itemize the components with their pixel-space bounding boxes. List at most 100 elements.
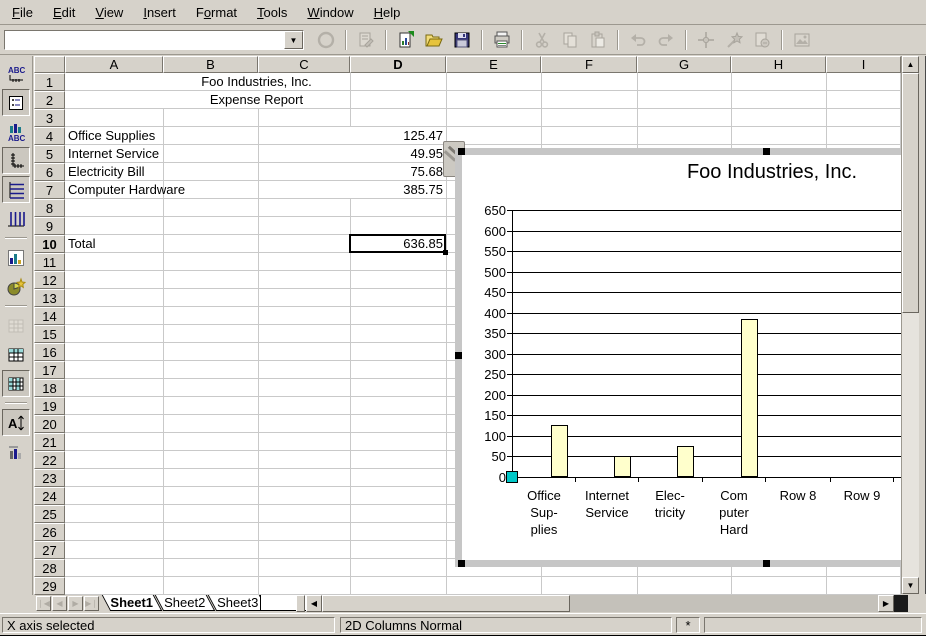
x-category-label[interactable]: Com puter Hard [701, 487, 767, 538]
menu-help[interactable]: Help [364, 2, 411, 23]
row-header-14[interactable]: 14 [34, 307, 65, 325]
x-category-label[interactable]: Row 9 [829, 487, 895, 504]
select-all-corner[interactable] [34, 56, 65, 73]
row-header-12[interactable]: 12 [34, 271, 65, 289]
row-header-23[interactable]: 23 [34, 469, 65, 487]
menu-format[interactable]: Format [186, 2, 247, 23]
column-header-E[interactable]: E [446, 56, 541, 73]
horizontal-scrollbar-thumb[interactable] [322, 595, 570, 612]
chart-y-axis[interactable] [512, 210, 513, 477]
x-axis-selection-handle[interactable] [506, 471, 518, 483]
reorganize-chart-button[interactable] [2, 438, 30, 465]
row-header-4[interactable]: 4 [34, 127, 65, 145]
vertical-scrollbar-thumb[interactable] [902, 73, 919, 313]
scale-text-button[interactable]: A [2, 409, 30, 436]
cell-B2[interactable]: Expense Report [163, 91, 350, 108]
chart-resize-handle-bottom-center[interactable] [763, 560, 770, 567]
menu-edit[interactable]: Edit [43, 2, 85, 23]
row-header-28[interactable]: 28 [34, 559, 65, 577]
vertical-scrollbar[interactable]: ▲ ▼ [901, 56, 919, 594]
row-header-20[interactable]: 20 [34, 415, 65, 433]
column-header-G[interactable]: G [637, 56, 731, 73]
column-header-D[interactable]: D [350, 56, 446, 73]
row-header-21[interactable]: 21 [34, 433, 65, 451]
menu-window[interactable]: Window [297, 2, 363, 23]
chart-area[interactable]: Foo Industries, Inc. 6506005505004504003… [462, 155, 926, 560]
titles-on-off-button[interactable]: ABC [2, 60, 30, 87]
url-input[interactable] [5, 31, 284, 49]
url-combobox[interactable]: ▼ [4, 30, 304, 50]
new-document-button[interactable] [393, 27, 419, 53]
open-document-button[interactable] [421, 27, 447, 53]
menu-insert[interactable]: Insert [133, 2, 186, 23]
cell-D7[interactable]: 385.75 [350, 181, 446, 198]
horizontal-grid-on-off-button[interactable] [2, 176, 30, 203]
sheet-tab-sheet2[interactable]: Sheet2 [155, 595, 216, 611]
cell-B1[interactable]: Foo Industries, Inc. [163, 73, 350, 90]
embedded-chart[interactable]: Foo Industries, Inc. 6506005505004504003… [455, 148, 926, 567]
tab-split-handle[interactable] [296, 595, 305, 612]
column-header-I[interactable]: I [826, 56, 901, 73]
x-category-label[interactable]: Internet Service [574, 487, 640, 521]
data-in-rows-button[interactable] [2, 341, 30, 368]
column-header-B[interactable]: B [163, 56, 258, 73]
x-category-label[interactable]: Office Sup- plies [511, 487, 577, 538]
row-header-9[interactable]: 9 [34, 217, 65, 235]
menu-view[interactable]: View [85, 2, 133, 23]
vertical-grid-on-off-button[interactable] [2, 205, 30, 232]
column-header-F[interactable]: F [541, 56, 637, 73]
next-sheet-button[interactable]: ▶ [68, 596, 83, 611]
edit-chart-type-button[interactable] [2, 244, 30, 271]
chart-resize-handle-middle-left[interactable] [455, 352, 462, 359]
scroll-down-button[interactable]: ▼ [902, 577, 919, 594]
x-category-label[interactable]: Row 8 [765, 487, 831, 504]
cell-D5[interactable]: 49.95 [350, 145, 446, 162]
url-combo-dropdown-button[interactable]: ▼ [284, 31, 303, 49]
chart-bar-3[interactable] [677, 446, 694, 477]
cell-A10[interactable]: Total [65, 235, 163, 252]
row-header-26[interactable]: 26 [34, 523, 65, 541]
row-header-3[interactable]: 3 [34, 109, 65, 127]
first-sheet-button[interactable]: ❘◀ [36, 596, 51, 611]
hscroll-left-button[interactable]: ◀ [306, 595, 322, 612]
cell-A5[interactable]: Internet Service [65, 145, 163, 162]
row-header-22[interactable]: 22 [34, 451, 65, 469]
x-category-label[interactable]: Elec- tricity [637, 487, 703, 521]
cell-D4[interactable]: 125.47 [350, 127, 446, 144]
chart-title[interactable]: Foo Industries, Inc. [552, 161, 926, 184]
row-header-19[interactable]: 19 [34, 397, 65, 415]
column-header-A[interactable]: A [65, 56, 163, 73]
row-header-2[interactable]: 2 [34, 91, 65, 109]
autoformat-chart-button[interactable] [2, 273, 30, 300]
row-header-18[interactable]: 18 [34, 379, 65, 397]
row-header-10[interactable]: 10 [34, 235, 65, 253]
column-header-H[interactable]: H [731, 56, 826, 73]
row-header-13[interactable]: 13 [34, 289, 65, 307]
row-header-11[interactable]: 11 [34, 253, 65, 271]
chart-bar-4[interactable] [741, 319, 758, 477]
row-header-17[interactable]: 17 [34, 361, 65, 379]
print-document-button[interactable] [489, 27, 515, 53]
column-header-C[interactable]: C [258, 56, 350, 73]
cell-fill-handle[interactable] [443, 250, 448, 255]
data-in-columns-button[interactable] [2, 370, 30, 397]
row-header-24[interactable]: 24 [34, 487, 65, 505]
row-header-6[interactable]: 6 [34, 163, 65, 181]
hscroll-right-button[interactable]: ▶ [878, 595, 894, 612]
row-header-5[interactable]: 5 [34, 145, 65, 163]
scroll-up-button[interactable]: ▲ [902, 56, 919, 73]
sheet-tab-sheet1[interactable]: Sheet1 [102, 595, 163, 611]
axes-on-off-button[interactable] [2, 147, 30, 174]
chart-bar-1[interactable] [551, 425, 568, 477]
chart-resize-handle-bottom-left[interactable] [458, 560, 465, 567]
cell-A4[interactable]: Office Supplies [65, 127, 163, 144]
row-header-16[interactable]: 16 [34, 343, 65, 361]
row-header-7[interactable]: 7 [34, 181, 65, 199]
cell-A7[interactable]: Computer Hardware [65, 181, 163, 198]
row-header-25[interactable]: 25 [34, 505, 65, 523]
previous-sheet-button[interactable]: ◀ [52, 596, 67, 611]
legend-on-off-button[interactable] [2, 89, 30, 116]
cell-D6[interactable]: 75.68 [350, 163, 446, 180]
menu-tools[interactable]: Tools [247, 2, 297, 23]
row-header-15[interactable]: 15 [34, 325, 65, 343]
